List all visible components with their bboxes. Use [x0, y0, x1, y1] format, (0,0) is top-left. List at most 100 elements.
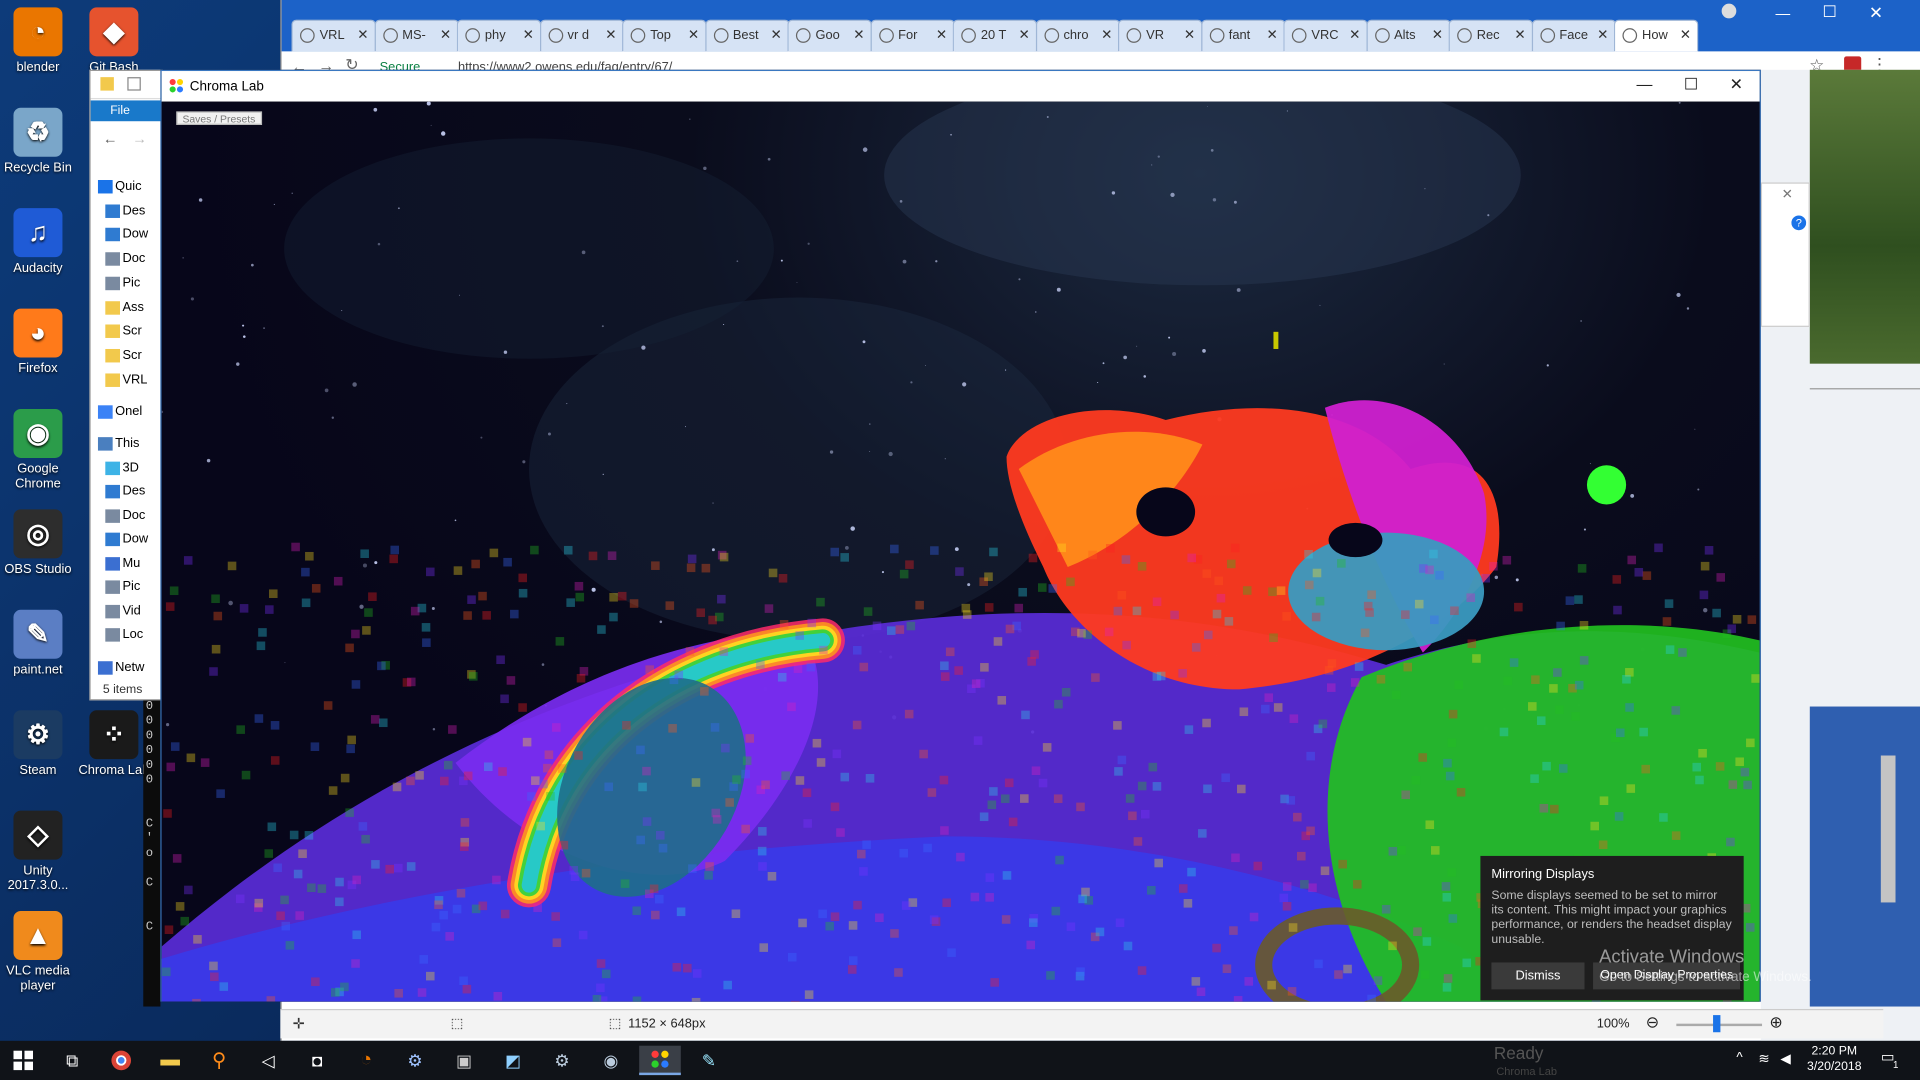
chrome-tab[interactable]: chro ✕ — [1035, 19, 1120, 52]
taskbar-chroma-lab-icon[interactable] — [639, 1045, 681, 1076]
explorer-nav-item[interactable]: Ass — [105, 300, 144, 315]
tab-close-icon[interactable]: ✕ — [1349, 27, 1360, 43]
file-explorer-window[interactable]: File ← → Quic Des Dow Doc Pic Ass Scr Scr VRL One… — [89, 69, 165, 701]
desktop-icon-blender[interactable]: ◔ blender — [0, 7, 76, 75]
tab-close-icon[interactable]: ✕ — [936, 27, 947, 43]
taskbar-chrome-icon[interactable] — [100, 1046, 142, 1075]
chroma-minimize-button[interactable]: — — [1626, 75, 1663, 97]
taskbar-settings-icon[interactable]: ⚙ — [541, 1046, 583, 1075]
desktop-icon-vlc-media-player[interactable]: ▲ VLC media player — [0, 911, 76, 993]
explorer-nav-item[interactable]: Vid — [105, 604, 141, 619]
help-icon[interactable]: ? — [1791, 215, 1807, 231]
explorer-nav-item[interactable]: Des — [105, 484, 145, 499]
chrome-maximize-button[interactable]: ☐ — [1822, 2, 1836, 22]
tab-close-icon[interactable]: ✕ — [357, 27, 368, 43]
desktop-icon-recycle-bin[interactable]: ♻ Recycle Bin — [0, 107, 76, 175]
chrome-tab[interactable]: vr d ✕ — [539, 19, 624, 52]
zoom-slider-thumb[interactable] — [1713, 1015, 1721, 1033]
explorer-nav-item[interactable]: Doc — [105, 251, 145, 266]
chrome-tab[interactable]: Rec ✕ — [1448, 19, 1534, 52]
start-button[interactable] — [2, 1046, 44, 1075]
explorer-nav-item[interactable]: Onel — [97, 404, 142, 419]
taskbar-terminal-icon[interactable]: ▣ — [443, 1046, 485, 1075]
explorer-nav-item[interactable]: Quic — [97, 179, 142, 194]
profile-icon[interactable] — [1721, 3, 1737, 19]
chrome-tab[interactable]: VR ✕ — [1117, 19, 1203, 52]
taskbar-visual-studio-icon[interactable]: ◁ — [247, 1046, 289, 1075]
chrome-tab[interactable]: Best ✕ — [704, 19, 790, 52]
chroma-maximize-button[interactable]: ☐ — [1673, 75, 1710, 97]
chrome-minimize-button[interactable]: — — [1776, 5, 1791, 22]
explorer-nav-item[interactable]: Scr — [105, 323, 142, 338]
tab-close-icon[interactable]: ✕ — [1514, 27, 1525, 43]
chrome-tab[interactable]: phy ✕ — [456, 19, 542, 52]
chrome-tab[interactable]: VRC ✕ — [1283, 19, 1368, 52]
desktop-icon-audacity[interactable]: ♫ Audacity — [0, 208, 76, 276]
explorer-nav-item[interactable]: Des — [105, 203, 145, 218]
explorer-nav-item[interactable]: 3D — [105, 460, 139, 476]
chrome-tab[interactable]: Top ✕ — [622, 19, 707, 52]
desktop-icon-chroma-lab[interactable]: ⁘ Chroma Lab — [76, 710, 152, 778]
tab-close-icon[interactable]: ✕ — [688, 27, 699, 43]
dismiss-button[interactable]: Dismiss — [1491, 962, 1585, 990]
taskbar-clock[interactable]: 2:20 PM 3/20/2018 — [1798, 1043, 1871, 1075]
explorer-nav-item[interactable]: Pic — [105, 579, 140, 594]
explorer-nav-item[interactable]: Netw — [97, 660, 144, 675]
desktop-icon-git-bash[interactable]: ◆ Git Bash — [76, 7, 152, 75]
tab-close-icon[interactable]: ✕ — [1680, 27, 1691, 43]
chroma-close-button[interactable]: ✕ — [1718, 75, 1755, 97]
taskbar-paint-net-icon[interactable]: ✎ — [688, 1046, 730, 1075]
tab-close-icon[interactable]: ✕ — [1597, 27, 1608, 43]
chrome-tab[interactable]: Alts ✕ — [1365, 19, 1451, 52]
chrome-close-button[interactable]: ✕ — [1869, 2, 1883, 23]
saves-presets-button[interactable]: Saves / Presets — [176, 111, 262, 125]
taskbar-vr-icon[interactable]: ◘ — [296, 1046, 338, 1075]
chrome-tab[interactable]: How ✕ — [1613, 19, 1699, 52]
chrome-tab[interactable]: Face ✕ — [1531, 19, 1616, 52]
wifi-icon[interactable]: ≋ — [1758, 1051, 1769, 1067]
taskbar-search-tool-icon[interactable]: ⚲ — [198, 1046, 240, 1075]
taskbar-explorer-icon[interactable]: ▬ — [149, 1046, 191, 1075]
tab-close-icon[interactable]: ✕ — [1184, 27, 1195, 43]
desktop-icon-steam[interactable]: ⚙ Steam — [0, 710, 76, 778]
zoom-in-icon[interactable]: ⊕ — [1769, 1013, 1782, 1033]
volume-icon[interactable]: ◀ — [1780, 1051, 1790, 1067]
explorer-nav-item[interactable]: Mu — [105, 556, 140, 571]
zoom-out-icon[interactable]: ⊖ — [1646, 1013, 1659, 1033]
taskbar-blender-icon[interactable]: ◔ — [345, 1046, 387, 1075]
explorer-nav-item[interactable]: Dow — [105, 227, 148, 242]
taskbar-steamvr-icon[interactable]: ◉ — [590, 1046, 632, 1075]
explorer-nav-item[interactable]: VRL — [105, 372, 147, 387]
tab-close-icon[interactable]: ✕ — [605, 27, 616, 43]
taskbar-paint-icon[interactable]: ◩ — [492, 1046, 534, 1075]
chrome-tab[interactable]: fant ✕ — [1200, 19, 1286, 52]
tab-close-icon[interactable]: ✕ — [1101, 27, 1112, 43]
explorer-nav-item[interactable]: This — [97, 436, 139, 451]
tab-close-icon[interactable]: ✕ — [1432, 27, 1443, 43]
explorer-nav-item[interactable]: Dow — [105, 531, 148, 547]
tab-close-icon[interactable]: ✕ — [771, 27, 782, 43]
task-view-icon[interactable]: ⧉ — [51, 1046, 93, 1075]
taskbar-steam-icon[interactable]: ⚙ — [394, 1046, 436, 1075]
explorer-forward-icon[interactable]: → — [132, 130, 147, 147]
tab-close-icon[interactable]: ✕ — [523, 27, 534, 43]
tab-close-icon[interactable]: ✕ — [440, 27, 451, 43]
tab-close-icon[interactable]: ✕ — [853, 27, 864, 43]
chrome-tab[interactable]: VRL ✕ — [291, 19, 376, 52]
explorer-nav-item[interactable]: Loc — [105, 627, 143, 642]
desktop-icon-google-chrome[interactable]: ◉ Google Chrome — [0, 408, 76, 491]
chrome-tab[interactable]: Goo ✕ — [787, 19, 872, 52]
desktop-icon-unity-2017-3-0-[interactable]: ◇ Unity 2017.3.0... — [0, 810, 76, 893]
desktop-icon-obs-studio[interactable]: ◎ OBS Studio — [0, 509, 76, 577]
dialog-close-icon[interactable]: ✕ — [1782, 186, 1793, 202]
chrome-tab[interactable]: For ✕ — [870, 19, 955, 52]
tab-close-icon[interactable]: ✕ — [1019, 27, 1030, 43]
tray-chevron-icon[interactable]: ^ — [1736, 1051, 1742, 1066]
tab-close-icon[interactable]: ✕ — [1266, 27, 1277, 43]
explorer-nav-item[interactable]: Doc — [105, 508, 145, 523]
desktop-icon-paint-net[interactable]: ✎ paint.net — [0, 609, 76, 677]
properties-icon[interactable] — [127, 77, 141, 91]
chrome-tab[interactable]: MS- ✕ — [374, 19, 459, 52]
chrome-tab[interactable]: 20 T ✕ — [952, 19, 1038, 52]
file-tab[interactable]: File — [90, 100, 165, 122]
